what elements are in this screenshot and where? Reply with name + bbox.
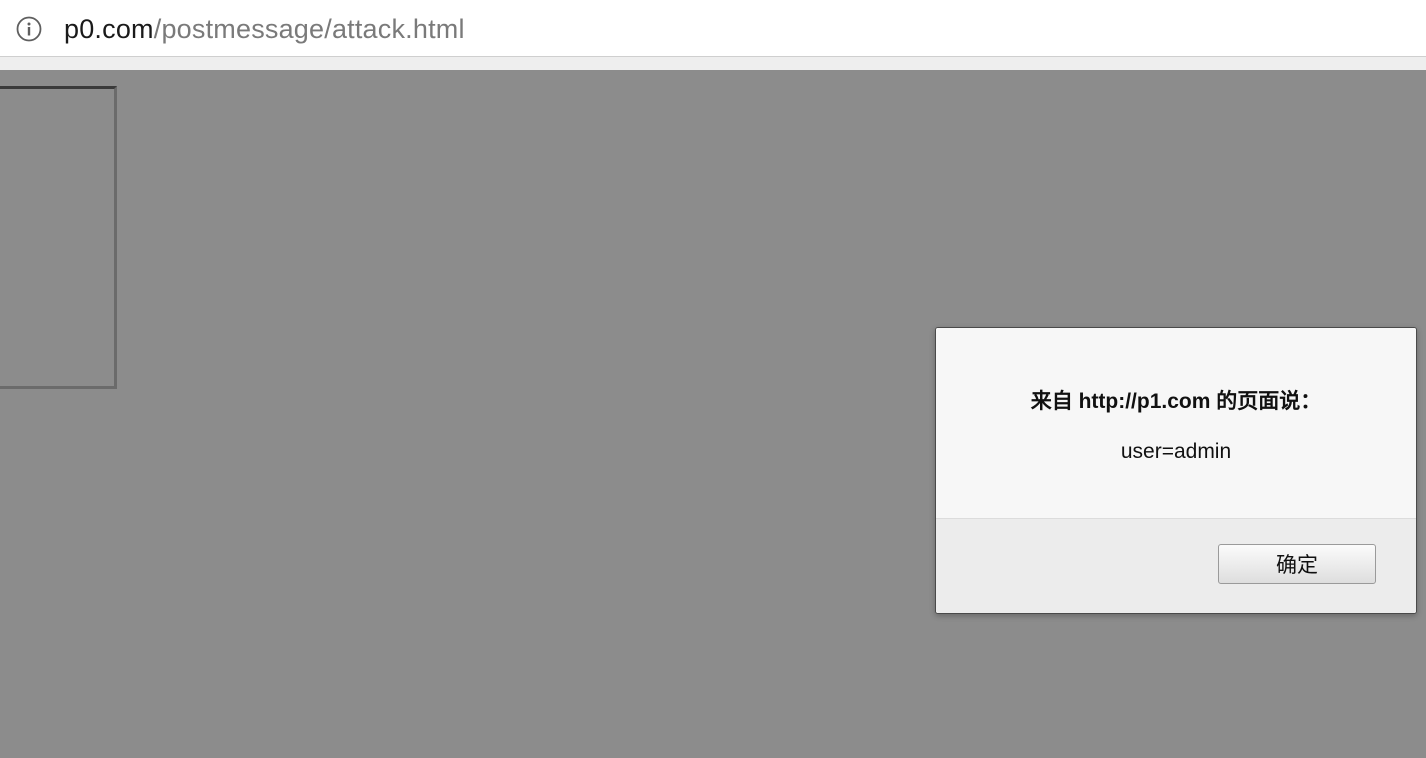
toolbar-separator <box>0 57 1426 70</box>
page-viewport: 来自 http://p1.com 的页面说： user=admin 确定 <box>0 70 1426 758</box>
url-host: p0.com <box>64 14 154 44</box>
address-bar: p0.com/postmessage/attack.html <box>0 0 1426 57</box>
embedded-iframe <box>0 86 117 389</box>
dialog-title: 来自 http://p1.com 的页面说： <box>1030 390 1322 413</box>
info-icon[interactable] <box>16 16 42 42</box>
dialog-message: user=admin <box>1120 440 1232 463</box>
dialog-footer: 确定 <box>936 518 1416 613</box>
url-field[interactable]: p0.com/postmessage/attack.html <box>64 12 465 46</box>
dialog-body: 来自 http://p1.com 的页面说： user=admin <box>936 328 1416 518</box>
alert-dialog: 来自 http://p1.com 的页面说： user=admin 确定 <box>935 327 1417 614</box>
url-path: /postmessage/attack.html <box>153 14 465 44</box>
ok-button[interactable]: 确定 <box>1218 544 1376 584</box>
